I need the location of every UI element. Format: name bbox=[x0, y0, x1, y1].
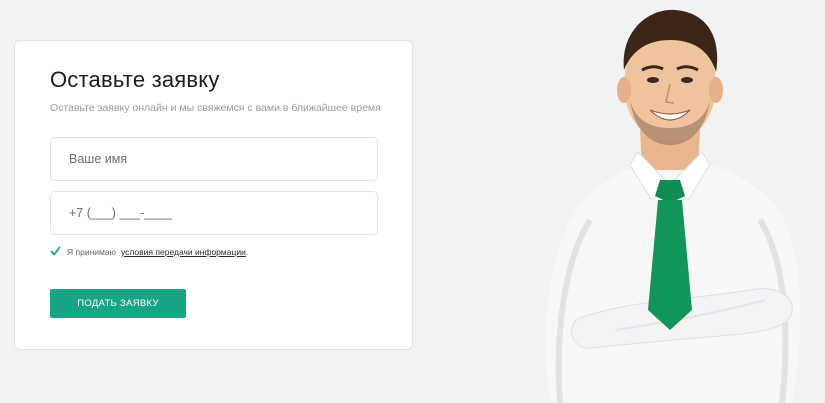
consent-label: Я принимаю bbox=[67, 246, 116, 257]
consent-checkbox[interactable] bbox=[50, 246, 61, 257]
phone-input[interactable] bbox=[50, 191, 378, 235]
submit-button[interactable]: ПОДАТЬ ЗАЯВКУ bbox=[50, 289, 186, 318]
man-portrait-image bbox=[545, 9, 801, 403]
form-title: Оставьте заявку bbox=[50, 67, 220, 92]
name-input[interactable] bbox=[50, 137, 378, 181]
request-form-card: Оставьте заявку Оставьте заявку онлайн и… bbox=[14, 40, 413, 350]
form-subtitle: Оставьте заявку онлайн и мы свяжемся с в… bbox=[50, 102, 381, 114]
consent-terms-link[interactable]: условия передачи информации bbox=[121, 247, 246, 257]
consent-suffix: . bbox=[245, 246, 249, 257]
consent-row: Я принимаю условия передачи информации . bbox=[50, 246, 248, 257]
checkmark-icon bbox=[50, 246, 61, 256]
